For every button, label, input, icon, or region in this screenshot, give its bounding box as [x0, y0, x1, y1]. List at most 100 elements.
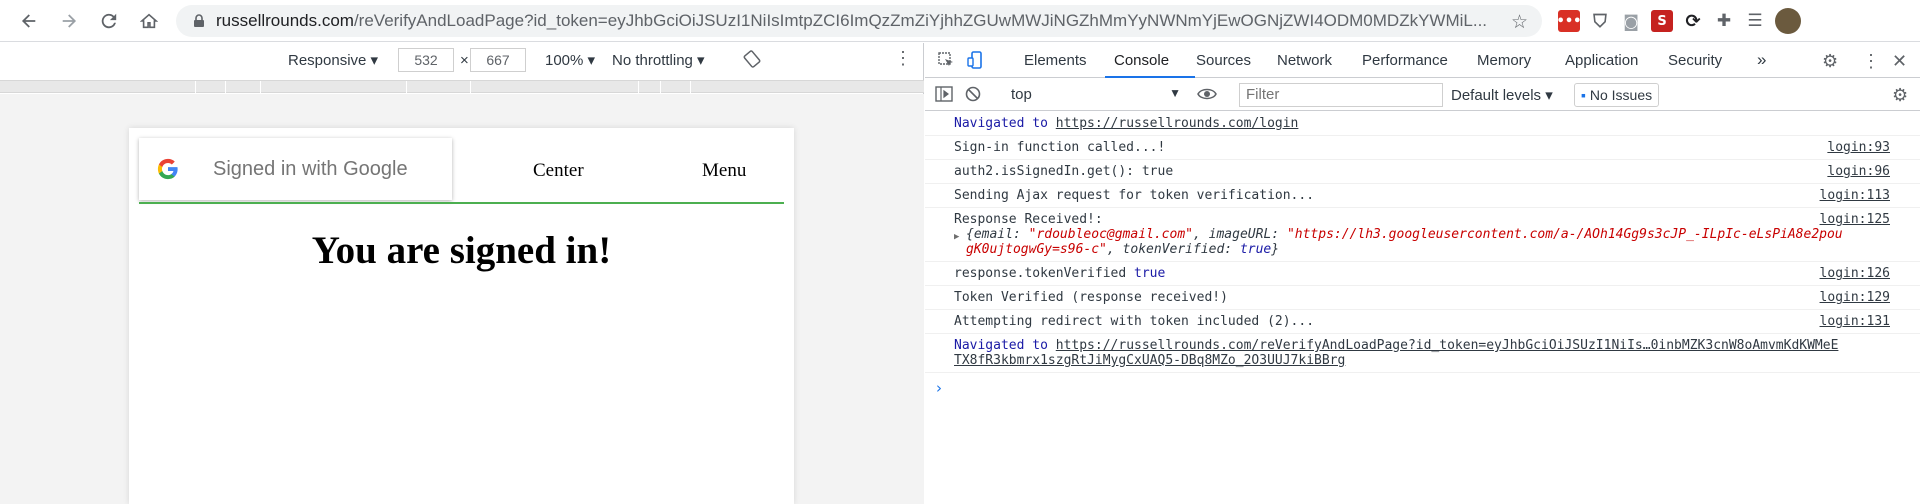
tab-elements[interactable]: Elements — [1024, 52, 1087, 69]
tab-network[interactable]: Network — [1277, 52, 1332, 69]
device-mode-select[interactable]: Responsive ▾ — [288, 51, 378, 69]
log-text: response.tokenVerified — [954, 266, 1127, 281]
expand-arrow-icon[interactable]: ▶ — [954, 230, 959, 245]
device-toolbar: Responsive ▾ 532 × 667 100% ▾ No throttl… — [0, 43, 923, 78]
log-source-link[interactable]: login:131 — [1820, 314, 1890, 329]
console-messages: Navigated to https://russellrounds.com/l… — [925, 112, 1920, 397]
google-signin-label: Signed in with Google — [213, 157, 408, 180]
response-object[interactable]: ▶ {email: "rdoubleoc@gmail.com", imageURL… — [954, 227, 1890, 257]
throttling-label: No throttling — [612, 52, 693, 69]
devtools-menu-icon[interactable]: ⋮ — [1862, 51, 1880, 71]
url-text[interactable]: russellrounds.com/reVerifyAndLoadPage?id… — [216, 11, 1516, 31]
puzzle-icon[interactable]: ✚ — [1713, 10, 1735, 32]
nav-prefix: Navigated to — [954, 116, 1056, 131]
log-text: Attempting redirect with token included … — [954, 314, 1315, 329]
reading-list-icon[interactable]: ☰ — [1744, 10, 1766, 32]
extension-red-icon[interactable]: ••• — [1557, 10, 1581, 32]
console-settings-icon[interactable]: ⚙ — [1892, 85, 1910, 105]
address-bar[interactable]: russellrounds.com/reVerifyAndLoadPage?id… — [176, 5, 1542, 37]
nav-url-link[interactable]: https://russellrounds.com/reVerifyAndLoa… — [1056, 338, 1839, 353]
prompt-chevron-icon: › — [936, 379, 942, 397]
log-source-link[interactable]: login:113 — [1820, 188, 1890, 203]
log-text: Token Verified (response received!) — [954, 290, 1228, 305]
levels-select[interactable]: Default levels ▾ — [1451, 86, 1553, 104]
console-log-row: Token Verified (response received!) logi… — [925, 286, 1920, 310]
console-log-row: Sign-in function called...! login:93 — [925, 136, 1920, 160]
log-source-link[interactable]: login:96 — [1827, 164, 1890, 179]
console-prompt[interactable]: › — [925, 373, 1920, 397]
log-text: Response Received!: — [954, 212, 1103, 227]
issues-label: No Issues — [1589, 87, 1653, 103]
bookmark-star-icon[interactable]: ☆ — [1511, 11, 1528, 33]
forward-icon[interactable] — [54, 6, 84, 36]
reload-icon[interactable] — [94, 6, 124, 36]
width-input[interactable]: 532 — [398, 48, 454, 72]
log-source-link[interactable]: login:125 — [1820, 212, 1890, 227]
tab-application[interactable]: Application — [1565, 52, 1638, 69]
tab-security[interactable]: Security — [1668, 52, 1722, 69]
rotate-icon[interactable] — [743, 50, 761, 72]
settings-gear-icon[interactable]: ⚙ — [1822, 51, 1840, 71]
nav-center-link[interactable]: Center — [533, 160, 584, 182]
log-text: auth2.isSignedIn.get(): true — [954, 164, 1174, 179]
log-text: Sign-in function called...! — [954, 140, 1166, 155]
console-toolbar: top ▼ Filter Default levels ▾ ▪ No Issue… — [925, 79, 1920, 111]
console-log-row: auth2.isSignedIn.get(): true login:96 — [925, 160, 1920, 184]
obj-value-email: "rdoubleoc@gmail.com" — [1028, 227, 1193, 242]
nav-divider — [139, 202, 784, 204]
nav-url-link-cont[interactable]: TX8fR3kbmrx1szgRtJiMygCxUAQ5-DBq8MZo_2O3… — [954, 353, 1345, 368]
home-icon[interactable] — [134, 6, 164, 36]
issues-button[interactable]: ▪ No Issues — [1574, 83, 1660, 107]
tab-console[interactable]: Console — [1114, 52, 1169, 69]
console-log-row: Sending Ajax request for token verificat… — [925, 184, 1920, 208]
log-source-link[interactable]: login:93 — [1827, 140, 1890, 155]
context-select[interactable]: top ▼ — [1011, 84, 1181, 106]
tab-performance[interactable]: Performance — [1362, 52, 1448, 69]
console-navigation-message: Navigated to https://russellrounds.com/l… — [925, 112, 1920, 136]
pocket-icon[interactable]: ⛉ — [1589, 10, 1611, 32]
browser-toolbar: russellrounds.com/reVerifyAndLoadPage?id… — [0, 0, 1920, 42]
clear-console-icon[interactable] — [965, 86, 983, 104]
avatar[interactable] — [1775, 8, 1801, 34]
extension-s-icon[interactable]: S — [1651, 10, 1673, 32]
inspect-element-icon[interactable] — [937, 51, 955, 69]
close-icon[interactable]: ✕ — [1892, 51, 1910, 71]
log-source-link[interactable]: login:129 — [1820, 290, 1890, 305]
google-signin-button[interactable]: Signed in with Google — [139, 138, 452, 200]
lock-icon[interactable] — [192, 14, 206, 28]
device-mode-label: Responsive — [288, 52, 367, 69]
obj-value-token: true — [1239, 242, 1272, 257]
url-host: russellrounds.com — [216, 11, 354, 30]
device-toggle-icon[interactable] — [967, 51, 985, 69]
zoom-select[interactable]: 100% ▾ — [545, 51, 595, 69]
more-options-icon[interactable]: ⋮ — [894, 48, 912, 69]
console-navigation-message: Navigated to https://russellrounds.com/r… — [925, 334, 1920, 373]
log-source-link[interactable]: login:126 — [1820, 266, 1890, 281]
log-text: Sending Ajax request for token verificat… — [954, 188, 1315, 203]
devtools-panel: Elements Console Sources Network Perform… — [925, 43, 1920, 504]
back-icon[interactable] — [14, 6, 44, 36]
height-input[interactable]: 667 — [470, 48, 526, 72]
tab-memory[interactable]: Memory — [1477, 52, 1531, 69]
nav-url-link[interactable]: https://russellrounds.com/login — [1056, 116, 1299, 131]
sidebar-toggle-icon[interactable] — [935, 86, 953, 104]
camera-icon[interactable]: ◙ — [1620, 10, 1642, 32]
tab-sources[interactable]: Sources — [1196, 52, 1251, 69]
nav-menu-link[interactable]: Menu — [702, 160, 746, 182]
devtools-tab-bar: Elements Console Sources Network Perform… — [925, 43, 1920, 78]
context-dropdown-icon: ▼ — [1169, 86, 1181, 100]
zoom-label: 100% — [545, 52, 584, 69]
obj-value-image: "https://lh3.googleusercontent.com/a-/AO… — [1286, 227, 1843, 242]
obj-value-image-cont: gK0ujtogwGy=s96-c" — [966, 242, 1107, 257]
eye-icon[interactable] — [1197, 86, 1217, 104]
obj-key-token: tokenVerified — [1122, 242, 1225, 257]
throttling-select[interactable]: No throttling ▾ — [612, 51, 705, 69]
filter-input[interactable]: Filter — [1239, 83, 1443, 107]
obj-key-image: imageURL — [1208, 227, 1272, 242]
sync-icon[interactable]: ⟳ — [1682, 10, 1704, 32]
context-label: top — [1011, 86, 1032, 103]
times-sign: × — [460, 52, 469, 69]
nav-prefix: Navigated to — [954, 338, 1056, 353]
more-tabs-button[interactable]: » — [1757, 50, 1766, 70]
media-query-ruler[interactable] — [0, 80, 924, 93]
